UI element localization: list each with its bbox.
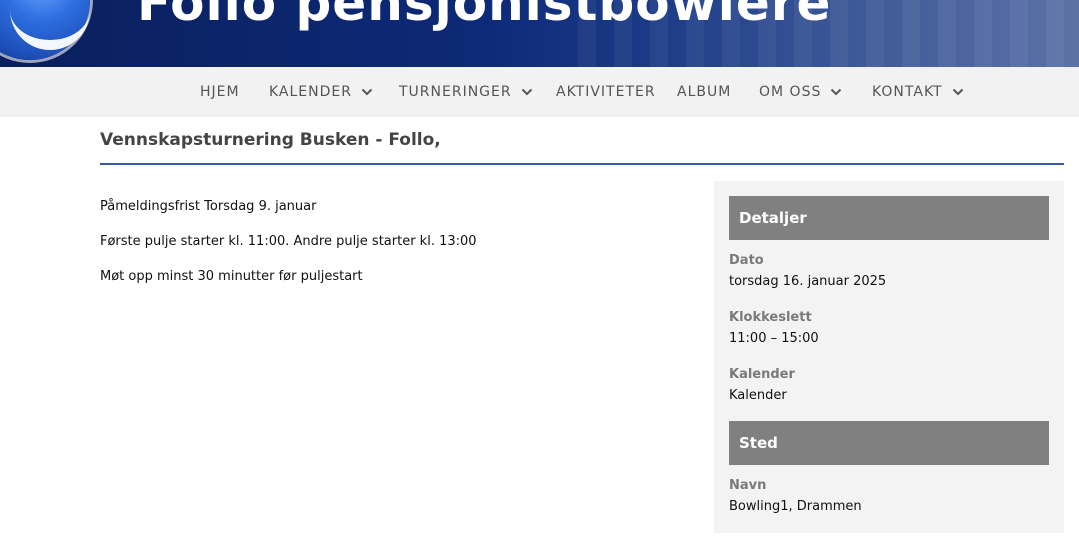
title-divider <box>100 163 1064 165</box>
nav-item-om-oss[interactable]: OM OSS <box>759 67 842 117</box>
date-value: torsdag 16. januar 2025 <box>729 274 887 289</box>
chevron-down-icon <box>521 88 532 96</box>
page-title: Vennskapsturnering Busken - Follo, <box>100 130 441 150</box>
venue-name-value[interactable]: Bowling1, Drammen <box>729 499 862 514</box>
nav-item-kalender[interactable]: KALENDER <box>269 67 373 117</box>
venue-name-label: Navn <box>729 478 767 493</box>
nav-item-label: ALBUM <box>677 84 732 100</box>
event-details-sidebar: Detaljer Dato torsdag 16. januar 2025 Kl… <box>714 181 1064 533</box>
nav-item-label: AKTIVITETER <box>556 84 656 100</box>
nav-item-label: KONTAKT <box>872 84 943 100</box>
venue-heading: Sted <box>729 421 1049 465</box>
description-paragraph: Møt opp minst 30 minutter før puljestart <box>100 269 363 284</box>
calendar-value[interactable]: Kalender <box>729 388 787 403</box>
nav-item-label: OM OSS <box>759 84 822 100</box>
site-header-banner: Follo pensjonistbowlere <box>0 0 1079 67</box>
event-description: Påmeldingsfrist Torsdag 9. januar Første… <box>100 198 477 303</box>
nav-item-hjem[interactable]: HJEM <box>200 67 240 117</box>
site-title[interactable]: Follo pensjonistbowlere <box>137 0 831 32</box>
chevron-down-icon <box>361 88 373 96</box>
chevron-down-icon <box>831 88 842 96</box>
time-value: 11:00 – 15:00 <box>729 331 819 346</box>
nav-item-label: TURNERINGER <box>399 84 512 100</box>
details-heading: Detaljer <box>729 196 1049 240</box>
calendar-label: Kalender <box>729 367 795 382</box>
description-paragraph: Første pulje starter kl. 11:00. Andre pu… <box>100 234 477 249</box>
main-nav: HJEM KALENDER TURNERINGER AKTIVITETER AL… <box>0 67 1079 117</box>
nav-item-turneringer[interactable]: TURNERINGER <box>399 67 533 117</box>
nav-item-aktiviteter[interactable]: AKTIVITETER <box>556 67 656 117</box>
date-label: Dato <box>729 253 764 268</box>
nav-item-album[interactable]: ALBUM <box>677 67 731 117</box>
chevron-down-icon <box>952 88 963 96</box>
time-label: Klokkeslett <box>729 310 812 325</box>
description-paragraph: Påmeldingsfrist Torsdag 9. januar <box>100 199 317 214</box>
nav-item-kontakt[interactable]: KONTAKT <box>872 67 964 117</box>
nav-item-label: KALENDER <box>269 84 352 100</box>
nav-item-label: HJEM <box>200 84 240 100</box>
